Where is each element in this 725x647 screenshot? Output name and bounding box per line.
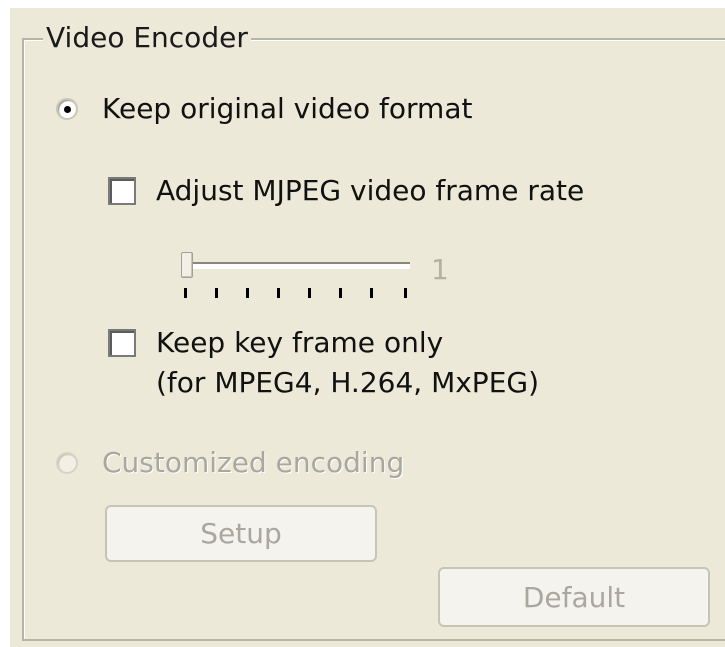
- slider-tick: [215, 288, 218, 298]
- slider-tick: [308, 288, 311, 298]
- adjust-mjpeg-checkbox[interactable]: [108, 177, 136, 205]
- group-title: Video Encoder: [43, 20, 251, 56]
- slider-tick: [246, 288, 249, 298]
- slider-thumb[interactable]: [181, 252, 193, 278]
- keep-key-frame-note-row: (for MPEG4, H.264, MxPEG): [156, 366, 539, 400]
- frame-rate-slider[interactable]: [177, 250, 417, 300]
- setup-button[interactable]: Setup: [105, 505, 377, 562]
- keep-key-frame-checkbox[interactable]: [108, 329, 136, 357]
- customized-encoding-label: Customized encoding: [102, 446, 405, 479]
- slider-tick: [404, 288, 407, 298]
- keep-key-frame-note: (for MPEG4, H.264, MxPEG): [156, 366, 540, 399]
- customized-encoding-radio[interactable]: [56, 452, 78, 474]
- slider-tick: [184, 288, 187, 298]
- slider-tick: [277, 288, 280, 298]
- default-button[interactable]: Default: [438, 567, 710, 627]
- keep-original-option[interactable]: Keep original video format: [56, 92, 472, 126]
- adjust-mjpeg-option[interactable]: Adjust MJPEG video frame rate: [108, 174, 584, 208]
- keep-original-label: Keep original video format: [102, 92, 473, 125]
- keep-key-frame-option[interactable]: Keep key frame only: [108, 326, 443, 360]
- slider-tick: [339, 288, 342, 298]
- slider-tick: [370, 288, 373, 298]
- keep-original-radio[interactable]: [56, 98, 78, 120]
- customized-encoding-option[interactable]: Customized encoding: [56, 446, 404, 480]
- keep-key-frame-label: Keep key frame only: [156, 326, 444, 359]
- adjust-mjpeg-label: Adjust MJPEG video frame rate: [156, 174, 585, 207]
- slider-track: [185, 262, 410, 269]
- frame-rate-value: 1: [431, 253, 449, 286]
